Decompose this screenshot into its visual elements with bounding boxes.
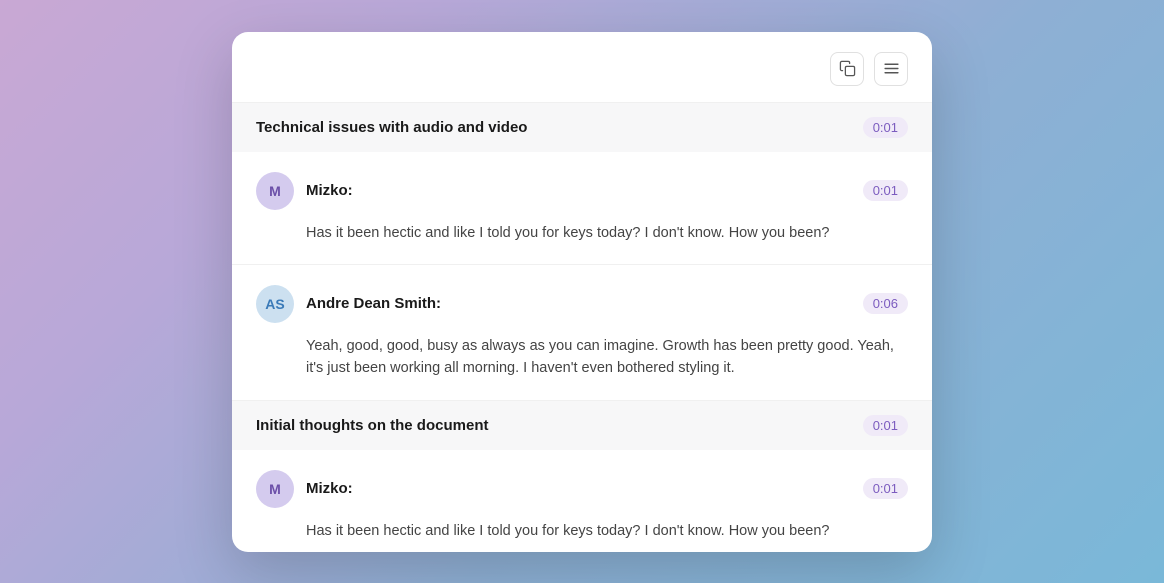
section-header: Technical issues with audio and video 0:…: [232, 103, 932, 152]
section-timestamp: 0:01: [863, 415, 908, 436]
avatar: AS: [256, 285, 294, 323]
message-author: M Mizko:: [256, 470, 353, 508]
author-name: Mizko:: [306, 480, 353, 497]
section-title: Initial thoughts on the document: [256, 417, 488, 434]
message-text: Has it been hectic and like I told you f…: [256, 222, 908, 244]
message-author: M Mizko:: [256, 172, 353, 210]
message-timestamp: 0:01: [863, 478, 908, 499]
message-block: M Mizko: 0:01 Has it been hectic and lik…: [232, 152, 932, 265]
message-text: Yeah, good, good, busy as always as you …: [256, 335, 908, 380]
header-actions: [830, 52, 908, 86]
section-header: Initial thoughts on the document 0:01: [232, 401, 932, 450]
menu-button[interactable]: [874, 52, 908, 86]
message-block: M Mizko: 0:01 Has it been hectic and lik…: [232, 450, 932, 552]
message-header: AS Andre Dean Smith: 0:06: [256, 285, 908, 323]
message-timestamp: 0:01: [863, 180, 908, 201]
message-timestamp: 0:06: [863, 293, 908, 314]
author-name: Mizko:: [306, 182, 353, 199]
message-block: AS Andre Dean Smith: 0:06 Yeah, good, go…: [232, 265, 932, 401]
avatar: M: [256, 172, 294, 210]
transcript-content: Technical issues with audio and video 0:…: [232, 103, 932, 552]
copy-icon: [839, 60, 856, 77]
message-header: M Mizko: 0:01: [256, 470, 908, 508]
transcript-card: Technical issues with audio and video 0:…: [232, 32, 932, 552]
message-text: Has it been hectic and like I told you f…: [256, 520, 908, 542]
copy-button[interactable]: [830, 52, 864, 86]
section-title: Technical issues with audio and video: [256, 119, 527, 136]
menu-icon: [883, 60, 900, 77]
avatar: M: [256, 470, 294, 508]
message-author: AS Andre Dean Smith:: [256, 285, 441, 323]
author-name: Andre Dean Smith:: [306, 295, 441, 312]
message-header: M Mizko: 0:01: [256, 172, 908, 210]
header: [232, 32, 932, 103]
section-timestamp: 0:01: [863, 117, 908, 138]
